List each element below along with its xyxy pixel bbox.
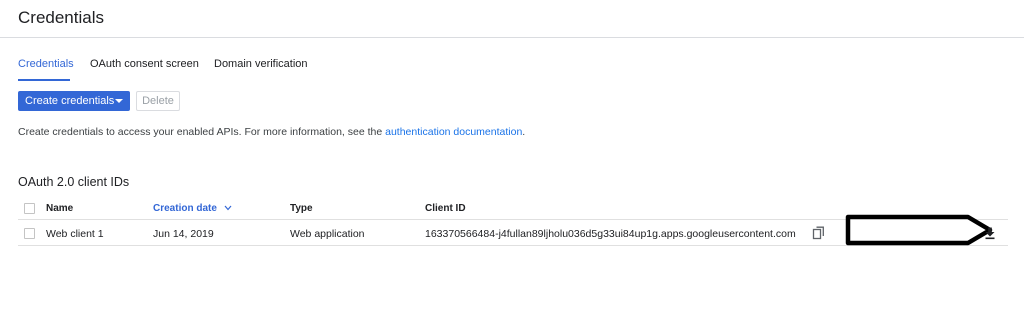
column-header-type: Type bbox=[290, 203, 313, 214]
column-header-name: Name bbox=[46, 203, 74, 214]
client-type: Web application bbox=[290, 228, 365, 240]
create-credentials-button[interactable]: Create credentials bbox=[18, 91, 130, 111]
page-header: Credentials bbox=[0, 0, 1024, 38]
info-text-body: Create credentials to access your enable… bbox=[18, 126, 386, 138]
tab-oauth-consent-screen[interactable]: OAuth consent screen bbox=[90, 58, 199, 70]
row-checkbox[interactable] bbox=[24, 228, 35, 239]
section-title: OAuth 2.0 client IDs bbox=[18, 175, 130, 189]
select-all-checkbox[interactable] bbox=[24, 203, 35, 214]
table-row[interactable]: Web client 1 Jun 14, 2019 Web applicatio… bbox=[18, 214, 1008, 246]
caret-down-icon bbox=[115, 99, 123, 103]
active-tab-indicator bbox=[18, 79, 70, 81]
tab-credentials[interactable]: Credentials bbox=[18, 58, 74, 70]
redaction-mark bbox=[845, 214, 993, 246]
client-name[interactable]: Web client 1 bbox=[46, 228, 104, 240]
page-title: Credentials bbox=[18, 8, 104, 27]
authentication-documentation-link[interactable]: authentication documentation bbox=[385, 126, 522, 138]
column-header-creation-date-label: Creation date bbox=[153, 203, 217, 214]
column-header-client-id: Client ID bbox=[425, 203, 466, 214]
column-header-creation-date[interactable]: Creation date bbox=[153, 203, 232, 214]
download-icon[interactable] bbox=[983, 226, 997, 240]
info-text: Create credentials to access your enable… bbox=[18, 126, 525, 138]
chevron-down-icon bbox=[224, 205, 232, 211]
tab-domain-verification[interactable]: Domain verification bbox=[214, 58, 308, 70]
info-text-suffix: . bbox=[522, 126, 526, 138]
create-credentials-label: Create credentials bbox=[25, 95, 115, 107]
client-id: 163370566484-j4fullan89ljholu036d5g33ui8… bbox=[425, 228, 796, 240]
delete-button: Delete bbox=[136, 91, 180, 111]
creation-date: Jun 14, 2019 bbox=[153, 228, 214, 240]
copy-icon[interactable] bbox=[812, 226, 826, 240]
oauth-client-table: Name Creation date Type Client ID Web cl… bbox=[18, 198, 1008, 246]
